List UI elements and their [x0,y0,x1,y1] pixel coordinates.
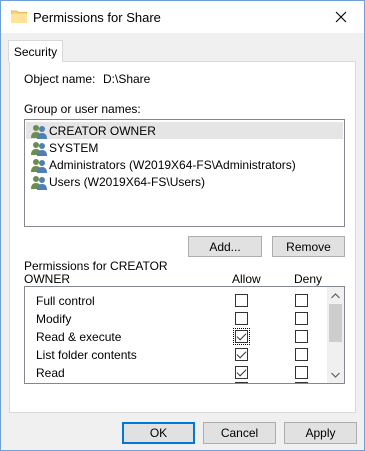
group-user-list[interactable]: CREATOR OWNER SYSTEM Administrators (W20… [24,119,345,227]
chevron-down-icon [331,372,340,378]
permission-row-modify: Modify [25,309,325,327]
allow-list-folder-contents-checkbox[interactable] [235,348,248,361]
ok-button[interactable]: OK [122,422,195,444]
user-group-icon [31,175,47,190]
list-item-users[interactable]: Users (W2019X64-FS\Users) [26,173,343,190]
permissions-label-line2: OWNER [24,272,70,286]
scroll-thumb[interactable] [329,304,342,342]
object-name-value: D:\Share [103,72,151,86]
deny-header: Deny [294,272,323,286]
chevron-up-icon [331,292,340,298]
group-names-label: Group or user names: [24,102,141,116]
permission-name: Read [36,366,65,380]
permissions-scrollbar[interactable] [327,287,344,383]
list-item-administrators[interactable]: Administrators (W2019X64-FS\Administrato… [26,156,343,173]
permission-name: Read & execute [36,330,122,344]
title-bar: Permissions for Share [1,1,364,33]
allow-read-checkbox[interactable] [235,366,248,379]
deny-modify-checkbox[interactable] [295,312,308,325]
permissions-dialog: Permissions for Share Security Object na… [0,0,365,451]
close-button[interactable] [318,1,364,33]
close-icon [335,11,347,23]
permission-row-read-execute: Read & execute [25,327,325,345]
remove-button[interactable]: Remove [272,236,345,257]
list-item-label: Users (W2019X64-FS\Users) [49,174,206,189]
deny-partial-checkbox[interactable] [295,382,308,383]
deny-list-folder-contents-checkbox[interactable] [295,348,308,361]
security-tab-panel: Object name: D:\Share Group or user name… [9,61,356,413]
allow-read-execute-checkbox[interactable] [233,328,250,345]
list-item-label: Administrators (W2019X64-FS\Administrato… [49,157,296,172]
list-item-label: CREATOR OWNER [49,123,156,138]
allow-header: Allow [232,272,261,286]
object-name-label: Object name: [24,72,96,86]
cancel-button[interactable]: Cancel [203,422,276,444]
permission-name: Full control [36,294,95,308]
permission-name: List folder contents [36,348,137,362]
allow-full-control-checkbox[interactable] [235,294,248,307]
permissions-label-line1: Permissions for CREATOR [24,259,168,273]
permission-row-list-folder-contents: List folder contents [25,345,325,363]
user-group-icon [31,141,47,156]
allow-partial-checkbox[interactable] [235,382,248,383]
scroll-down-button[interactable] [327,366,344,383]
user-group-icon [31,158,47,173]
permission-name: Modify [36,312,72,326]
folder-icon [11,10,27,23]
permissions-list[interactable]: Full control Modify Read & execute List … [24,286,345,384]
deny-read-execute-checkbox[interactable] [295,330,308,343]
permission-row-full-control: Full control [25,291,325,309]
scroll-up-button[interactable] [327,287,344,304]
add-button[interactable]: Add... [188,236,262,257]
tab-security[interactable]: Security [8,40,63,62]
permission-row-partial [25,381,325,383]
permission-row-read: Read [25,363,325,381]
deny-read-checkbox[interactable] [295,366,308,379]
tab-security-label: Security [13,44,58,59]
deny-full-control-checkbox[interactable] [295,294,308,307]
allow-modify-checkbox[interactable] [235,312,248,325]
list-item-system[interactable]: SYSTEM [26,139,343,156]
list-item-label: SYSTEM [49,140,99,155]
list-item-creator-owner[interactable]: CREATOR OWNER [26,122,343,139]
user-group-icon [31,124,47,139]
window-title: Permissions for Share [33,10,161,25]
apply-button[interactable]: Apply [284,422,357,444]
